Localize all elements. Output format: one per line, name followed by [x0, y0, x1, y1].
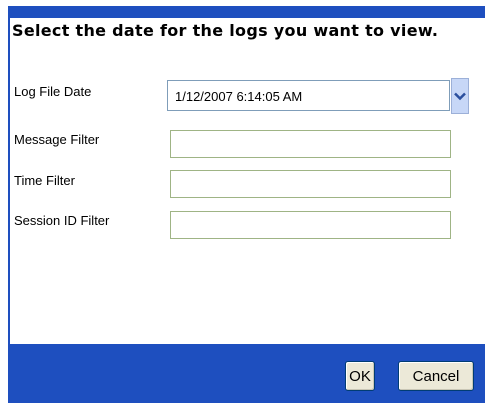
- log-file-date-select[interactable]: 1/12/2007 6:14:05 AM: [167, 80, 450, 111]
- time-filter-label: Time Filter: [14, 173, 75, 188]
- log-file-date-dropdown-button[interactable]: [451, 78, 469, 114]
- log-file-date-value: 1/12/2007 6:14:05 AM: [175, 89, 303, 104]
- ok-button[interactable]: OK: [345, 361, 375, 391]
- log-file-date-label: Log File Date: [14, 84, 92, 99]
- session-id-filter-input[interactable]: [170, 211, 451, 239]
- message-filter-input[interactable]: [170, 130, 451, 158]
- message-filter-label: Message Filter: [14, 132, 100, 147]
- dialog-heading: Select the date for the logs you want to…: [12, 21, 439, 40]
- time-filter-input[interactable]: [170, 170, 451, 198]
- session-id-filter-label: Session ID Filter: [14, 213, 110, 228]
- log-viewer-dialog: [8, 6, 485, 403]
- chevron-down-icon: [454, 92, 466, 100]
- cancel-button[interactable]: Cancel: [398, 361, 474, 391]
